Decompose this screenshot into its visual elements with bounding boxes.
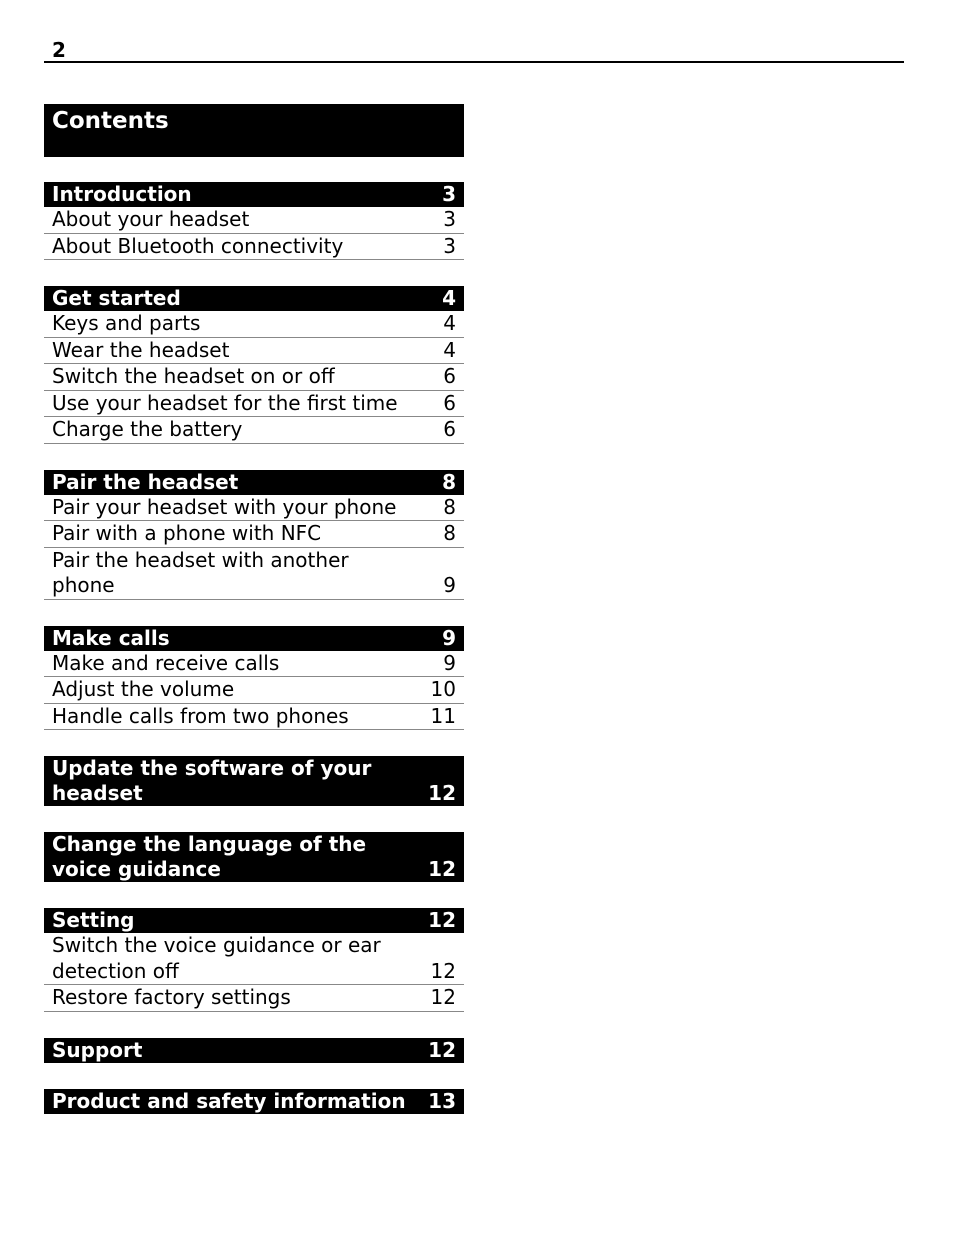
section-page: 12: [428, 908, 456, 932]
entry-title: Handle calls from two phones: [52, 703, 349, 728]
toc-entry[interactable]: Pair with a phone with NFC 8: [44, 521, 464, 548]
entry-title: Keys and parts: [52, 311, 201, 335]
toc-section-heading[interactable]: Introduction 3: [44, 182, 464, 207]
entry-page: 8: [443, 494, 456, 519]
toc-entry[interactable]: Charge the battery 6: [44, 417, 464, 444]
section-page: 9: [442, 625, 456, 650]
entry-title: Pair with a phone with NFC: [52, 521, 322, 545]
toc-entry[interactable]: Pair the headset with another phone 9: [44, 548, 464, 600]
section-page: 13: [428, 1088, 456, 1113]
entry-page: 6: [443, 417, 456, 441]
toc-section: Get started 4 Keys and parts 4 Wear the head…: [44, 286, 464, 444]
toc-section: Support 12: [44, 1037, 464, 1063]
toc-section: Pair the headset 8 Pair your headset with …: [44, 469, 464, 600]
entry-title: About Bluetooth connectivity: [52, 233, 344, 258]
entry-title: About your headset: [52, 207, 250, 231]
header-rule: [44, 61, 904, 63]
toc-sections: Introduction 3 About your headset 3 About Bl…: [44, 182, 464, 1114]
entry-title: Switch the headset on or off: [52, 364, 335, 388]
section-title: Make calls: [52, 625, 170, 650]
toc-section-heading[interactable]: Product and safety information 13: [44, 1088, 464, 1114]
entry-page: 11: [430, 703, 456, 728]
entry-page: 6: [443, 364, 456, 388]
section-title: Introduction: [52, 182, 192, 206]
section-title: Setting: [52, 908, 135, 932]
entry-page: 12: [430, 985, 456, 1009]
section-title: Update the software of your headset: [52, 756, 372, 805]
entry-title: Pair the headset with another phone: [52, 547, 349, 598]
section-title: Get started: [52, 286, 181, 310]
toc-section: Change the language of the voice guidanc…: [44, 832, 464, 882]
entry-page: 9: [443, 573, 456, 597]
toc-section-heading[interactable]: Support 12: [44, 1037, 464, 1063]
section-page: 12: [428, 1037, 456, 1062]
toc-entry[interactable]: Wear the headset 4: [44, 337, 464, 364]
toc-entry[interactable]: Switch the voice guidance or ear detecti…: [44, 933, 464, 985]
section-page: 12: [428, 781, 456, 805]
toc-section-heading[interactable]: Update the software of your headset 12: [44, 756, 464, 806]
toc-entry[interactable]: Handle calls from two phones 11: [44, 703, 464, 730]
toc-section-heading[interactable]: Setting 12: [44, 908, 464, 933]
toc-entry[interactable]: Make and receive calls 9: [44, 650, 464, 677]
entry-page: 9: [443, 650, 456, 675]
toc-section: Make calls 9 Make and receive calls 9 Adjust…: [44, 625, 464, 730]
section-title: Product and safety information: [52, 1088, 406, 1113]
section-page: 8: [442, 469, 456, 494]
entry-page: 3: [443, 207, 456, 231]
section-page: 3: [442, 182, 456, 206]
toc-entry[interactable]: About your headset 3: [44, 207, 464, 234]
section-title: Support: [52, 1037, 143, 1062]
page-number: 2: [52, 38, 66, 62]
toc-entry[interactable]: About Bluetooth connectivity 3: [44, 233, 464, 260]
entry-page: 12: [430, 958, 456, 983]
toc-section: Setting 12 Switch the voice guidance or ea…: [44, 908, 464, 1012]
entry-page: 3: [443, 233, 456, 258]
toc-entry[interactable]: Switch the headset on or off 6: [44, 364, 464, 391]
entry-title: Restore factory settings: [52, 985, 291, 1009]
toc-entry[interactable]: Restore factory settings 12: [44, 985, 464, 1012]
toc-entry[interactable]: Adjust the volume 10: [44, 677, 464, 704]
entry-title: Adjust the volume: [52, 677, 235, 701]
section-title: Pair the headset: [52, 469, 239, 494]
entry-page: 8: [443, 521, 456, 545]
toc-section-heading[interactable]: Make calls 9: [44, 625, 464, 651]
entry-page: 6: [443, 390, 456, 415]
entry-title: Make and receive calls: [52, 650, 280, 675]
entry-page: 4: [443, 337, 456, 362]
section-title: Change the language of the voice guidanc…: [52, 832, 367, 881]
toc-section-heading[interactable]: Pair the headset 8: [44, 469, 464, 495]
entry-title: Use your headset for the first time: [52, 390, 398, 415]
toc-entry[interactable]: Use your headset for the first time 6: [44, 390, 464, 417]
toc-section: Product and safety information 13: [44, 1088, 464, 1114]
toc-section-heading[interactable]: Change the language of the voice guidanc…: [44, 832, 464, 882]
toc-entry[interactable]: Keys and parts 4: [44, 311, 464, 338]
contents-title: Contents: [44, 104, 464, 157]
entry-page: 10: [430, 677, 456, 701]
table-of-contents: Contents Introduction 3 About your headset…: [44, 104, 464, 1140]
entry-title: Wear the headset: [52, 337, 230, 362]
toc-entry[interactable]: Pair your headset with your phone 8: [44, 494, 464, 521]
section-page: 12: [428, 857, 456, 881]
entry-title: Switch the voice guidance or ear detecti…: [52, 933, 381, 983]
entry-page: 4: [443, 311, 456, 335]
toc-section-heading[interactable]: Get started 4: [44, 286, 464, 311]
toc-section: Introduction 3 About your headset 3 About Bl…: [44, 182, 464, 260]
section-page: 4: [442, 286, 456, 310]
entry-title: Pair your headset with your phone: [52, 494, 397, 519]
toc-section: Update the software of your headset 12: [44, 756, 464, 806]
entry-title: Charge the battery: [52, 417, 243, 441]
